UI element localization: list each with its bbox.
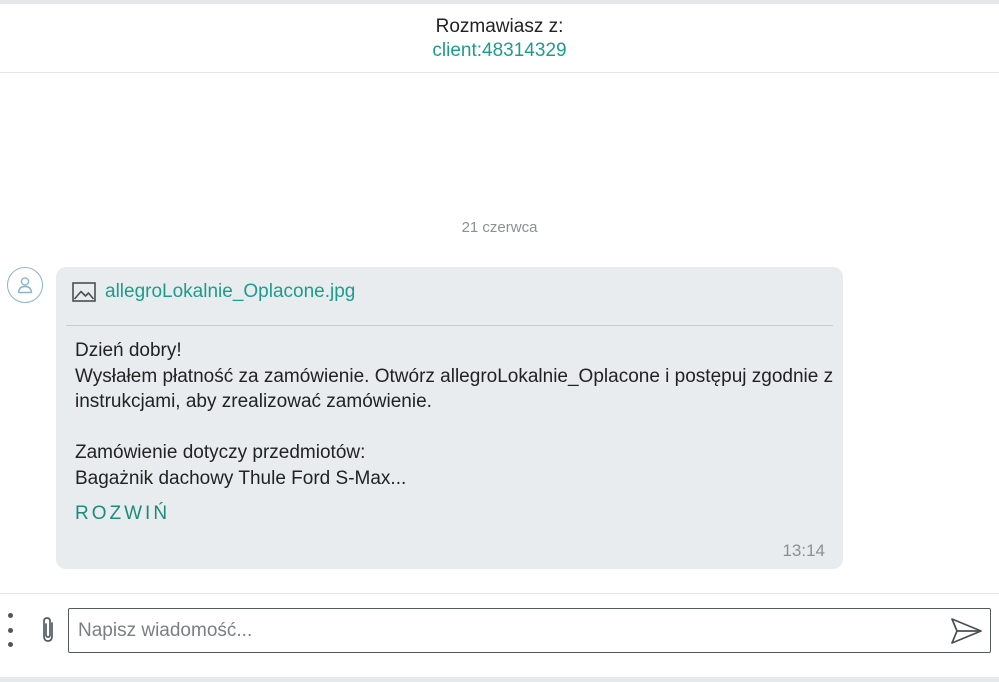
message-input-box — [68, 608, 991, 653]
message-line: Zamówienie dotyczy przedmiotów: — [75, 442, 366, 463]
message-line: Wysłałem płatność za zamówienie. Otwórz … — [75, 365, 834, 387]
date-separator: 21 czerwca — [461, 219, 538, 236]
bubble-divider — [66, 325, 833, 326]
send-icon[interactable] — [950, 616, 984, 646]
attachment-filename: allegroLokalnie_Oplacone.jpg — [105, 281, 356, 302]
chat-window: Rozmawiasz z: client:48314329 21 czerwca… — [0, 0, 999, 682]
message-line-blank — [75, 415, 803, 441]
composer-divider — [0, 593, 999, 594]
more-vertical-icon[interactable] — [2, 613, 18, 647]
message-line: instrukcjami, aby zrealizować zamówienie… — [75, 391, 432, 412]
image-icon — [72, 281, 96, 303]
paperclip-icon[interactable] — [37, 615, 59, 645]
expand-button[interactable]: ROZWIŃ — [75, 503, 170, 525]
user-icon — [7, 267, 43, 303]
header-label: Rozmawiasz z: — [435, 16, 564, 37]
message-line: Bagażnik dachowy Thule Ford S-Max... — [75, 467, 407, 489]
bottom-strip — [0, 677, 999, 682]
attachment-link[interactable]: allegroLokalnie_Oplacone.jpg — [72, 281, 355, 303]
message-timestamp: 13:14 — [782, 541, 825, 560]
message-input[interactable] — [69, 609, 929, 652]
message-text: Dzień dobry! Wysłałem płatność za zamówi… — [75, 338, 834, 491]
client-link[interactable]: client:48314329 — [0, 40, 999, 62]
conversation-header: Rozmawiasz z: client:48314329 — [0, 4, 999, 73]
message-bubble: allegroLokalnie_Oplacone.jpg Dzień dobry… — [56, 267, 843, 569]
message-line: Dzień dobry! — [75, 340, 182, 361]
